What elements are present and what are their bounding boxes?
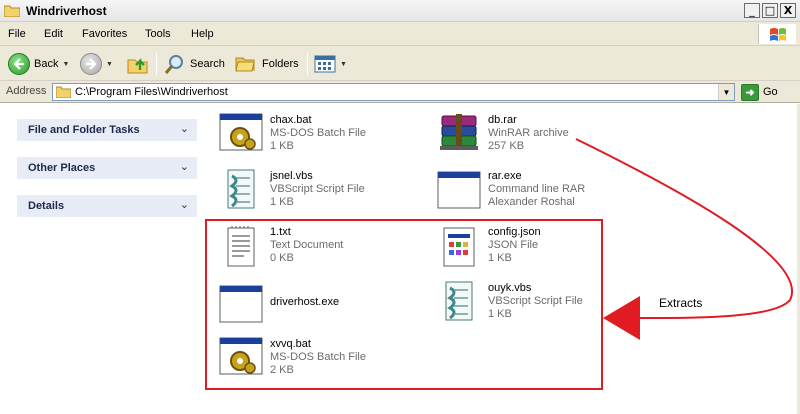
file-item[interactable]: jsnel.vbs VBScript Script File 1 KB — [218, 168, 418, 220]
menu-favorites[interactable]: Favorites — [82, 28, 127, 40]
extracts-label: Extracts — [659, 296, 703, 310]
menu-file[interactable]: File — [8, 28, 26, 40]
views-icon — [314, 55, 336, 73]
chevron-down-icon[interactable]: ⌄ — [180, 122, 189, 135]
file-type: MS-DOS Batch File — [270, 127, 366, 139]
file-and-folder-tasks-panel[interactable]: File and Folder Tasks ⌄ — [16, 118, 198, 142]
details-panel[interactable]: Details ⌄ — [16, 194, 198, 218]
go-button[interactable]: ➜ Go — [741, 83, 778, 101]
file-name: db.rar — [488, 114, 517, 126]
chevron-down-icon[interactable]: ⌄ — [180, 198, 189, 211]
file-name: chax.bat — [270, 114, 312, 126]
folder-icon — [56, 86, 71, 98]
exe-window-icon — [437, 171, 481, 209]
winrar-archive-icon — [440, 114, 478, 150]
other-places-panel[interactable]: Other Places ⌄ — [16, 156, 198, 180]
address-label: Address — [6, 85, 47, 97]
search-icon — [164, 55, 183, 74]
forward-arrow-icon — [80, 53, 102, 75]
title-bar: Windriverhost _ □ X — [0, 0, 800, 22]
forward-dropdown-icon[interactable]: ▼ — [106, 61, 113, 68]
file-name: rar.exe — [488, 170, 522, 182]
file-size: 257 KB — [488, 140, 525, 152]
windows-logo-icon — [758, 24, 796, 44]
back-dropdown-icon[interactable]: ▼ — [62, 61, 69, 68]
menu-edit[interactable]: Edit — [44, 28, 63, 40]
close-button[interactable]: X — [780, 3, 796, 18]
views-dropdown-icon[interactable]: ▼ — [340, 61, 347, 68]
window-title: Windriverhost — [26, 4, 107, 18]
folders-icon — [235, 57, 255, 72]
panel-title: Details — [28, 200, 65, 212]
maximize-button[interactable]: □ — [762, 3, 778, 18]
back-arrow-icon — [8, 53, 30, 75]
back-button[interactable]: Back ▼ — [8, 52, 69, 76]
forward-button[interactable]: ▼ — [80, 52, 113, 76]
back-label: Back — [34, 58, 59, 70]
file-item[interactable]: chax.bat MS-DOS Batch File 1 KB — [218, 112, 418, 164]
file-name: jsnel.vbs — [270, 170, 313, 182]
panel-title: Other Places — [28, 162, 96, 174]
file-type: VBScript Script File — [270, 183, 365, 195]
tasks-pane: File and Folder Tasks ⌄ Other Places ⌄ D… — [0, 104, 210, 414]
folders-label: Folders — [262, 58, 299, 70]
file-item[interactable]: rar.exe Command line RAR Alexander Rosha… — [436, 168, 636, 220]
folders-button[interactable]: Folders — [234, 52, 299, 76]
address-bar: Address C:\Program Files\Windriverhost ▼… — [0, 81, 800, 103]
file-type: WinRAR archive — [488, 127, 569, 139]
menu-help[interactable]: Help — [191, 28, 214, 40]
menu-tools[interactable]: Tools — [145, 28, 171, 40]
vbscript-icon — [227, 169, 255, 209]
search-label: Search — [190, 58, 225, 70]
menu-bar: File Edit Favorites Tools Help — [0, 22, 800, 46]
file-item[interactable]: db.rar WinRAR archive 257 KB — [436, 112, 636, 164]
views-button[interactable]: ▼ — [314, 52, 347, 76]
go-label: Go — [763, 86, 778, 98]
address-value: C:\Program Files\Windriverhost — [75, 86, 228, 98]
extracted-files-highlight-box — [205, 219, 603, 390]
address-input[interactable]: C:\Program Files\Windriverhost ▼ — [52, 83, 735, 101]
minimize-button[interactable]: _ — [744, 3, 760, 18]
go-arrow-icon: ➜ — [741, 83, 759, 101]
up-folder-button[interactable] — [126, 52, 150, 76]
up-folder-icon — [127, 58, 148, 74]
panel-title: File and Folder Tasks — [28, 124, 140, 136]
address-dropdown-icon[interactable]: ▼ — [718, 84, 734, 100]
chevron-down-icon[interactable]: ⌄ — [180, 160, 189, 173]
file-size: 1 KB — [270, 140, 294, 152]
file-size: 1 KB — [270, 196, 294, 208]
folder-icon — [4, 5, 20, 17]
file-type: Command line RAR — [488, 183, 586, 195]
toolbar: Back ▼ ▼ Search Folders ▼ — [0, 46, 800, 81]
batch-file-icon — [219, 113, 263, 151]
search-button[interactable]: Search — [164, 52, 225, 76]
file-company: Alexander Roshal — [488, 196, 575, 208]
